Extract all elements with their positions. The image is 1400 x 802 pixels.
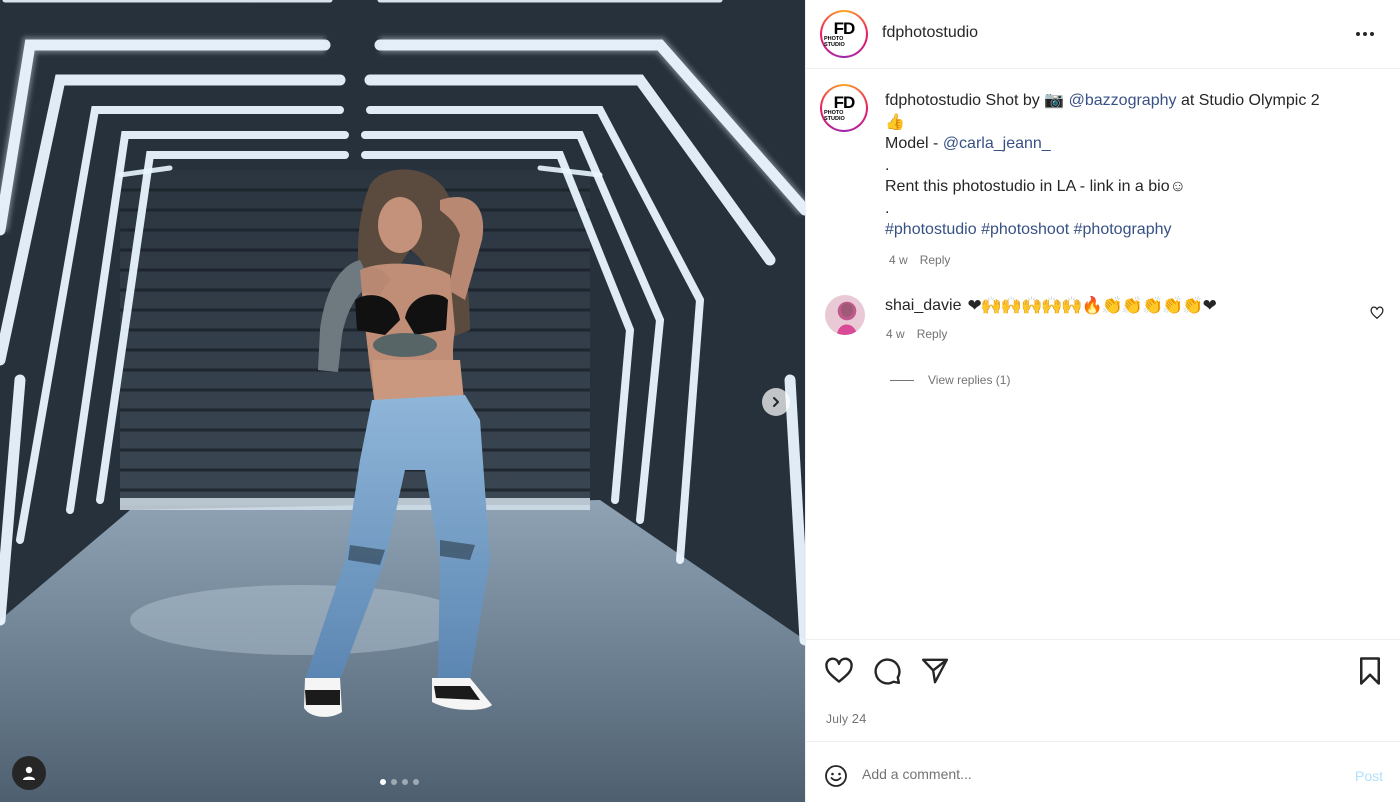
model-mention-link[interactable]: @carla_jeann_ <box>943 135 1051 152</box>
carousel-dot <box>402 779 408 785</box>
comment-like-heart-icon[interactable] <box>1370 306 1384 320</box>
comment-meta: 4 w Reply <box>886 327 947 341</box>
commenter-avatar[interactable] <box>825 295 865 335</box>
carousel-dot <box>413 779 419 785</box>
avatar-logo-text: FD <box>833 93 856 112</box>
tagged-users-button[interactable] <box>12 756 46 790</box>
caption-avatar[interactable]: FD PHOTO STUDIO <box>820 84 868 132</box>
post-date[interactable]: July 24 <box>826 711 867 726</box>
comment-composer: Post <box>806 741 1400 802</box>
photo-scene <box>0 0 805 802</box>
rent-text: Rent this photostudio in LA - link in a … <box>885 178 1186 195</box>
carousel-dot-active <box>380 779 386 785</box>
post-date-day: 24 <box>851 711 867 726</box>
avatar-logo-text: FD <box>833 19 856 38</box>
post-header: FD PHOTO STUDIO fdphotostudio <box>806 0 1400 69</box>
post-date-month: July <box>826 712 849 726</box>
view-replies-divider <box>890 379 914 381</box>
carousel-indicator <box>380 779 419 785</box>
caption-text-location: at Studio Olympic 2 <box>1180 92 1320 109</box>
user-icon <box>23 766 35 780</box>
post-image[interactable] <box>0 0 805 802</box>
profile-avatar[interactable]: FD PHOTO STUDIO <box>820 10 868 58</box>
post-caption: fdphotostudio Shot by 📷 @bazzography at … <box>885 90 1365 271</box>
save-bookmark-icon[interactable] <box>1356 656 1384 686</box>
post-comment-button[interactable]: Post <box>1355 768 1383 784</box>
emoji-smiley-icon[interactable] <box>824 764 848 788</box>
hashtag-link[interactable]: #photography <box>1074 221 1172 238</box>
caption-dot: . <box>885 156 890 174</box>
view-replies-button[interactable]: View replies (1) <box>890 373 1010 387</box>
chevron-right-icon <box>773 397 779 407</box>
caption-username[interactable]: fdphotostudio <box>885 92 981 109</box>
comment-text: ❤🙌🙌🙌🙌🙌🔥👏👏👏👏👏❤ <box>967 296 1217 316</box>
caption-reply-button[interactable]: Reply <box>920 250 951 272</box>
hashtag-link[interactable]: #photoshoot <box>981 221 1069 238</box>
model-prefix-text: Model - <box>885 135 939 152</box>
add-comment-input[interactable] <box>862 762 1322 786</box>
carousel-dot <box>391 779 397 785</box>
caption-text: Shot by <box>985 92 1040 109</box>
share-paper-plane-icon[interactable] <box>920 656 950 686</box>
post-sidebar: FD PHOTO STUDIO fdphotostudio FD PHOTO S… <box>805 0 1400 802</box>
comment-timestamp[interactable]: 4 w <box>886 327 905 341</box>
comment-bubble-icon[interactable] <box>872 656 902 686</box>
comments-section: FD PHOTO STUDIO fdphotostudio Shot by 📷 … <box>806 70 1400 640</box>
comment-body: shai_davie ❤🙌🙌🙌🙌🙌🔥👏👏👏👏👏❤ <box>885 296 1217 316</box>
next-slide-button[interactable] <box>762 388 790 416</box>
photographer-mention-link[interactable]: @bazzography <box>1069 92 1177 109</box>
avatar-logo-subtext: PHOTO STUDIO <box>824 110 845 122</box>
hashtag-link[interactable]: #photostudio <box>885 221 977 238</box>
camera-icon: 📷 <box>1044 92 1065 109</box>
post-actions: July 24 <box>806 639 1400 741</box>
more-options-icon[interactable] <box>1356 26 1380 42</box>
avatar-logo-subtext: PHOTO STUDIO <box>824 36 845 48</box>
like-heart-icon[interactable] <box>824 656 854 686</box>
comment-reply-button[interactable]: Reply <box>917 327 948 341</box>
post-author-username[interactable]: fdphotostudio <box>882 24 978 42</box>
caption-timestamp[interactable]: 4 w <box>889 250 908 272</box>
caption-dot: . <box>885 199 890 217</box>
thumbs-up-icon: 👍 <box>885 113 905 131</box>
view-replies-label: View replies (1) <box>928 373 1011 387</box>
commenter-username[interactable]: shai_davie <box>885 297 962 315</box>
caption-meta: 4 w Reply <box>885 250 1365 272</box>
